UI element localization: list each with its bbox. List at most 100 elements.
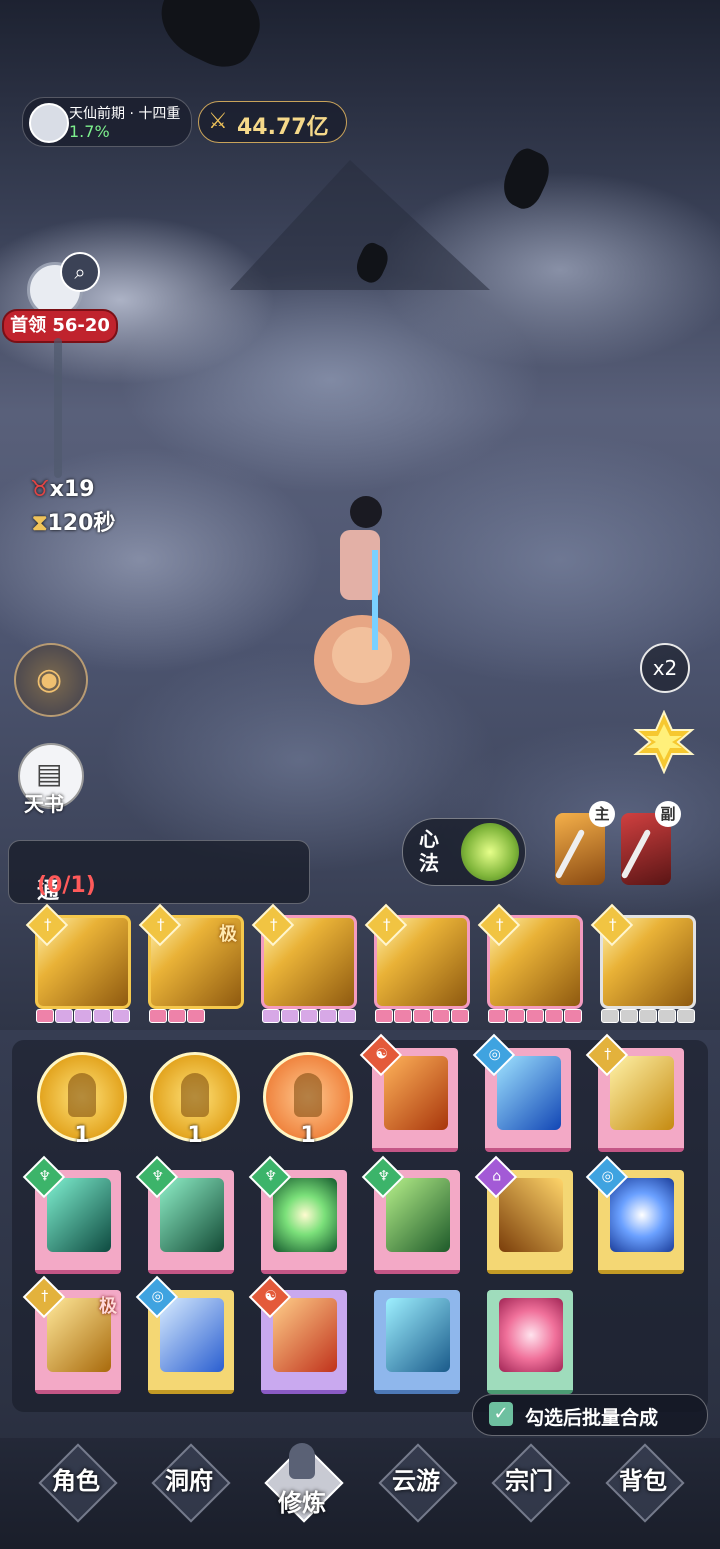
nav-role[interactable]: 角色 [38,1443,118,1523]
fire-skill-art [384,1056,448,1130]
meditating-figure-icon [289,1443,315,1479]
coin-count: 1 [74,1123,90,1148]
combat-power-value: 44.77亿 [237,115,329,140]
skill-card[interactable]: ♆ [22,1155,121,1274]
combat-power-panel[interactable]: ⚔ 44.77亿 [198,101,347,143]
gourd-skill-art [273,1298,337,1372]
skill-card[interactable] [487,1290,573,1394]
floating-rock [147,0,273,78]
star-gems [488,1008,583,1024]
player-avatar-icon [29,103,69,143]
boss-progress-track [54,338,62,478]
demon-count: x19 [49,477,95,502]
star-gems [36,1008,131,1024]
nav-backpack[interactable]: 背包 [605,1443,685,1523]
crystal-skill-art [386,1298,450,1372]
demon-head-icon: ♉ [30,477,50,502]
main-weapon-slot[interactable]: 主 [554,801,615,885]
skill-card[interactable]: ☯ [248,1275,347,1394]
star-gems [601,1008,696,1024]
xinfa-label: 心法 [419,827,439,875]
skill-card[interactable]: † [585,1033,684,1152]
nav-travel[interactable]: 云游 [378,1443,458,1523]
xinfa-button[interactable]: 心法 [402,818,526,886]
sub-weapon-tag: 副 [655,801,681,827]
skill-card[interactable]: ♆ [361,1155,460,1274]
equipped-skill-slot[interactable]: † [364,903,470,1023]
sword-icon [554,828,586,880]
talisman-skill-art [386,1178,450,1252]
stage-progress-box[interactable]: 通关 57-4(0/1) [8,840,310,987]
scroll-book-icon: ▤ [36,757,63,790]
demon-counter: ♉x19 [30,477,95,502]
sword-icon [620,828,652,880]
skill-card[interactable]: ☯ [359,1033,458,1152]
figure-silhouette-icon [68,1073,96,1117]
skill-card[interactable]: † 极 [22,1275,121,1394]
nav-cave[interactable]: 洞府 [151,1443,231,1523]
nav-label: 角色 [52,1467,100,1495]
realm-panel[interactable]: 天仙前期 · 十四重 1.7% [22,97,192,147]
pinwheel-skill-art [499,1298,563,1372]
skill-card[interactable]: ◎ [472,1033,571,1152]
checkbox-check-icon[interactable]: ✓ [489,1402,513,1426]
nav-label: 背包 [619,1467,667,1495]
money-bag-icon: ◉ [36,662,63,697]
timer-value: 120秒 [47,511,116,536]
nav-sect[interactable]: 宗门 [491,1443,571,1523]
equipped-skill-slot[interactable]: † [590,903,696,1023]
treasure-bag-button[interactable]: ◉ [14,643,88,717]
skill-card[interactable]: ♆ [135,1155,234,1274]
wind-skill-art [160,1178,224,1252]
tianshu-label: 天书 [24,792,64,816]
sunbeam-skill-art [499,1178,563,1252]
batch-merge-label: 勾选后批量合成 [525,1407,659,1429]
crossed-swords-icon: ⚔ [208,109,228,134]
player-character [314,496,410,705]
wind-skill-art [47,1178,111,1252]
realm-name: 天仙前期 · 十四重 [69,106,181,122]
light-orb-skill-art [273,1178,337,1252]
hexagram-star-button[interactable] [632,710,696,774]
figure-silhouette-icon [294,1073,322,1117]
skill-grade: 极 [219,924,237,945]
floating-rock [495,144,557,214]
realm-progress: 1.7% [69,122,110,141]
equipped-skill-slot[interactable]: † [477,903,583,1023]
xinfa-orb-icon [461,823,519,881]
skill-card[interactable]: ⌂ [474,1155,573,1274]
speed-toggle-button[interactable]: x2 [640,643,690,693]
skill-coin[interactable]: 1 [150,1052,240,1148]
skill-coin[interactable]: 1 [37,1052,127,1148]
batch-merge-toggle[interactable]: ✓ 勾选后批量合成 [472,1394,708,1436]
wave-timer: ⧗120秒 [32,505,115,537]
magnifier-icon[interactable]: ⌕ [60,252,100,292]
nav-label: 云游 [392,1467,440,1495]
nav-label: 宗门 [505,1467,553,1495]
skill-card[interactable]: ◎ [585,1155,684,1274]
skill-card[interactable] [374,1290,460,1394]
stage-count: (0/1) [37,873,96,898]
coin-count: 1 [300,1123,316,1148]
skill-grade: 极 [99,1296,117,1317]
star-gems [262,1008,357,1024]
skill-card[interactable]: ♆ [248,1155,347,1274]
equipped-skill-slot[interactable]: † [25,903,131,1023]
skill-coin[interactable]: 1 [263,1052,353,1148]
equipped-skill-slot[interactable]: † [251,903,357,1023]
nav-label: 修炼 [278,1489,326,1517]
equipped-skill-slot[interactable]: † 极 [138,903,244,1023]
figure-silhouette-icon [181,1073,209,1117]
coin-count: 1 [187,1123,203,1148]
taiji-skill-art [610,1178,674,1252]
nav-cultivate[interactable]: 修炼 [264,1443,344,1523]
skill-card[interactable]: ◎ [135,1275,234,1394]
ice-sword-skill-art [497,1056,561,1130]
star-gems [149,1008,206,1024]
main-weapon-tag: 主 [589,801,615,827]
star-gems [375,1008,470,1024]
palm-skill-art [160,1298,224,1372]
sub-weapon-slot[interactable]: 副 [620,801,681,885]
hourglass-icon: ⧗ [32,511,48,536]
golden-burst-skill-art [610,1056,674,1130]
